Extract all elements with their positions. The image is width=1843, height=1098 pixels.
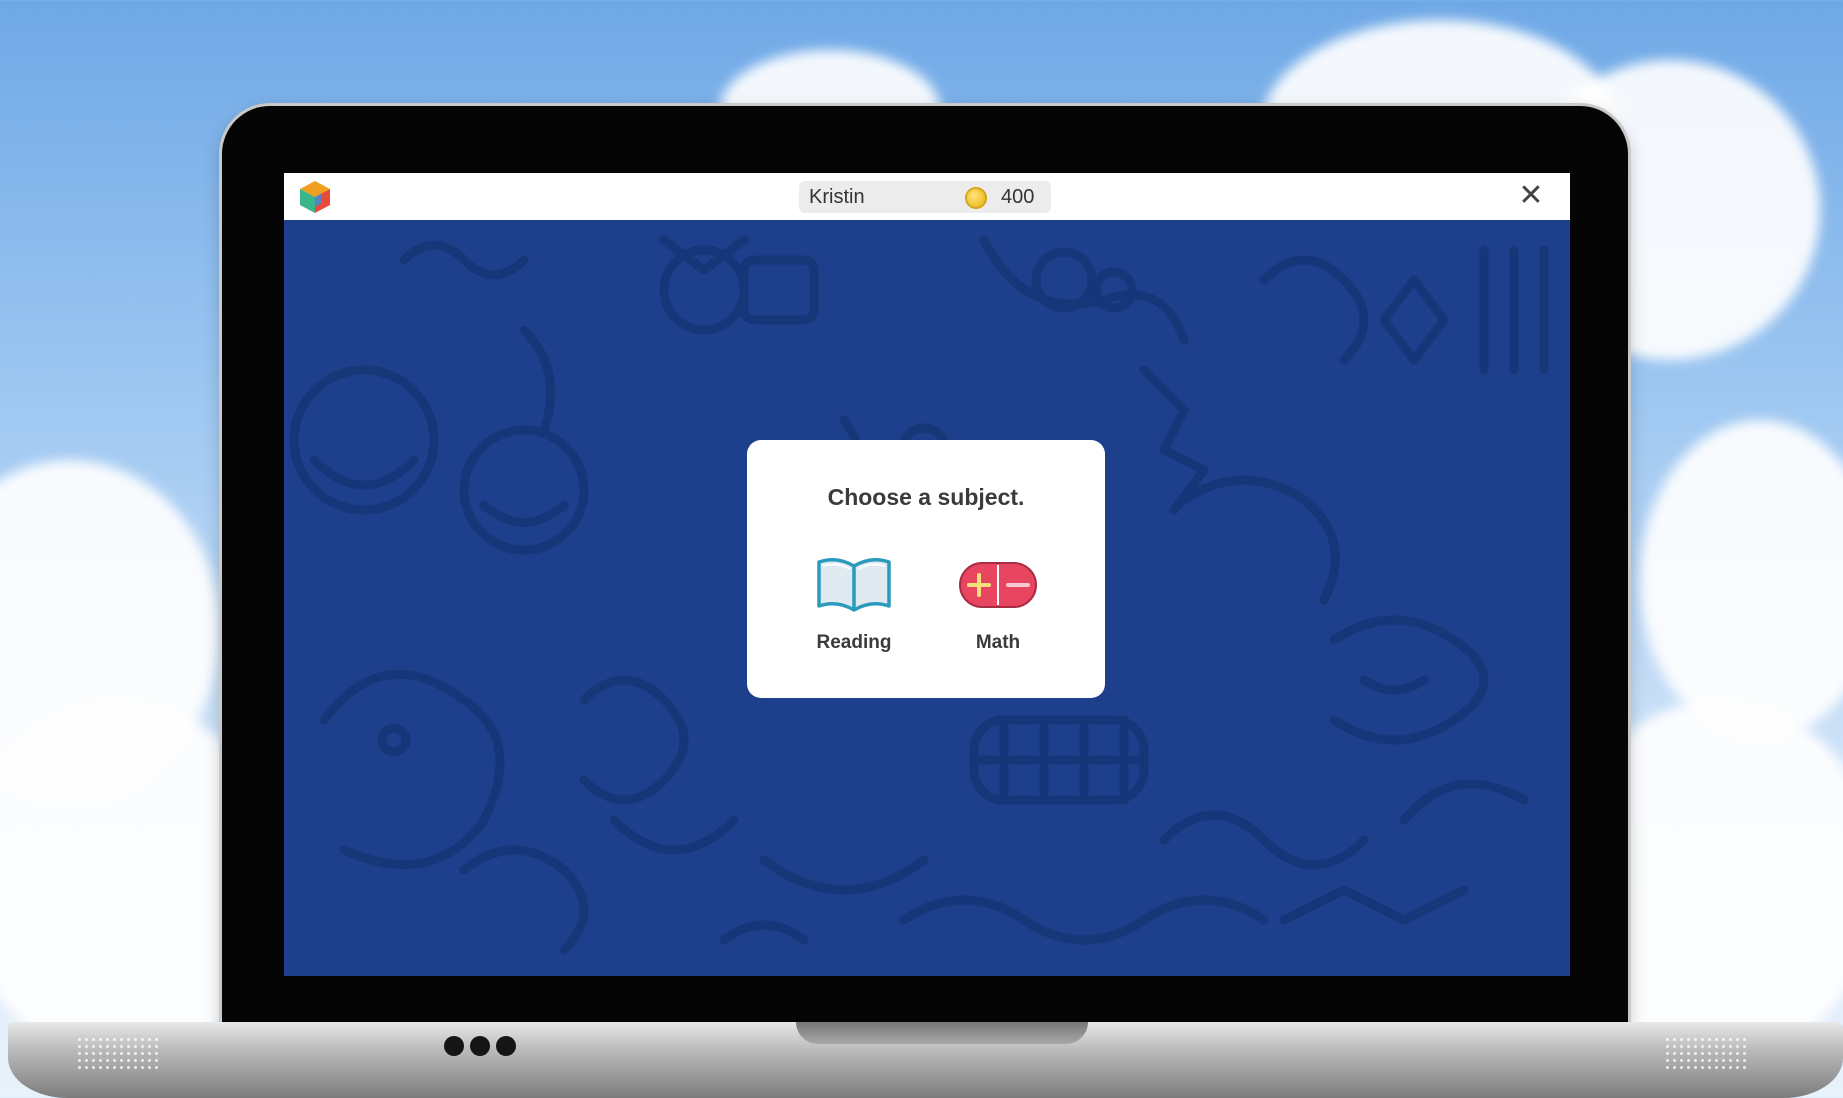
hinge-notch <box>796 1022 1088 1044</box>
subject-dialog: Choose a subject. Reading Math <box>747 440 1105 698</box>
user-name: Kristin <box>809 185 865 208</box>
subject-math-label: Math <box>975 632 1021 653</box>
close-button[interactable]: ✕ <box>1516 181 1546 211</box>
speaker-grille-left <box>76 1036 160 1070</box>
coin-icon <box>965 187 987 209</box>
user-coin-badge: Kristin 400 <box>799 181 1051 213</box>
dialog-title: Choose a subject. <box>827 484 1025 510</box>
subject-math-button[interactable]: Math <box>943 556 1053 656</box>
book-icon <box>817 558 891 612</box>
app-screen: Kristin 400 ✕ Choose a subject. Reading … <box>284 173 1570 976</box>
laptop-base <box>8 1022 1843 1098</box>
indicator-dots <box>444 1036 516 1056</box>
speaker-grille-right <box>1664 1036 1748 1070</box>
subject-reading-label: Reading <box>816 632 892 653</box>
coin-count: 400 <box>1001 185 1035 208</box>
plus-minus-icon <box>959 562 1037 608</box>
subject-reading-button[interactable]: Reading <box>799 556 909 656</box>
top-bar: Kristin 400 ✕ <box>284 173 1570 220</box>
cloud <box>1640 420 1843 740</box>
app-logo-cube-icon <box>300 181 330 213</box>
